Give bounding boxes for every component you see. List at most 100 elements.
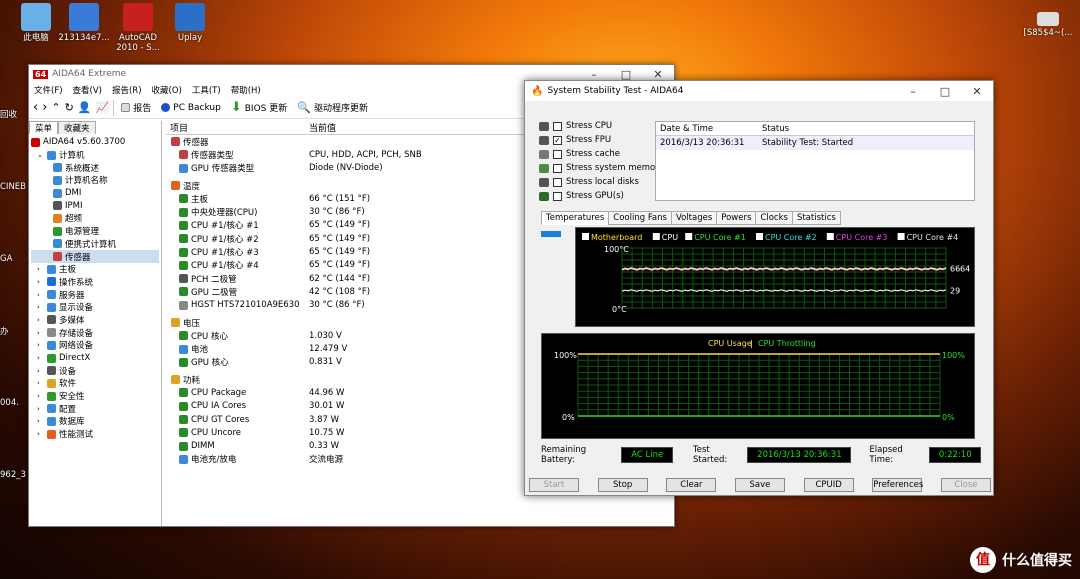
tree-item[interactable]: › 配置 [31, 402, 159, 415]
driver-update-button[interactable]: 🔍 驱动程序更新 [294, 101, 371, 114]
stress-option[interactable]: ✓ Stress FPU [539, 133, 664, 147]
stress-option[interactable]: Stress GPU(s) [539, 189, 664, 203]
graph-tab[interactable]: Voltages [670, 211, 718, 225]
desktop-icon-stub[interactable]: GA [0, 254, 12, 264]
checkbox[interactable] [553, 163, 562, 173]
stress-option[interactable]: Stress system memory [539, 161, 664, 175]
tree-item[interactable]: › 设备 [31, 364, 159, 377]
desktop-icon[interactable]: AutoCAD 2010 - S... [108, 3, 168, 53]
back-icon[interactable]: ‹ [33, 100, 38, 115]
save-button[interactable]: Save [734, 478, 785, 492]
close-icon[interactable]: ✕ [961, 85, 993, 98]
desktop-icon-stub[interactable]: 962_3 [0, 470, 26, 480]
report-button[interactable]: 报告 [118, 101, 154, 114]
minimize-icon[interactable]: – [897, 85, 929, 98]
maximize-icon[interactable]: □ [610, 68, 642, 81]
tree-item[interactable]: › 服务器 [31, 288, 159, 301]
tree-item[interactable]: › 多媒体 [31, 314, 159, 327]
tree-item[interactable]: 系统概述 [31, 161, 159, 174]
chevron-right-icon[interactable]: › [37, 303, 44, 311]
start-button[interactable]: Start [529, 478, 579, 492]
chevron-right-icon[interactable]: › [37, 417, 44, 425]
desktop-icon-stub[interactable]: 办 [0, 325, 9, 337]
pc-backup-button[interactable]: PC Backup [158, 103, 224, 113]
tree-item[interactable]: › 数据库 [31, 415, 159, 428]
stress-option[interactable]: Stress cache [539, 147, 664, 161]
graph-tab[interactable]: Clocks [755, 211, 793, 225]
menu-item[interactable]: 收藏(O) [152, 84, 182, 96]
menu-item[interactable]: 工具(T) [192, 84, 221, 96]
chart-icon[interactable]: 📈 [96, 101, 110, 114]
stop-button[interactable]: Stop [597, 478, 648, 492]
table-row[interactable]: 2016/3/13 20:36:31 Stability Test: Start… [656, 136, 974, 150]
chevron-right-icon[interactable]: › [37, 329, 44, 337]
tree-item[interactable]: › 显示设备 [31, 301, 159, 314]
tree-item[interactable]: 传感器 [31, 250, 159, 263]
chevron-right-icon[interactable]: › [37, 354, 44, 362]
chevron-right-icon[interactable]: › [37, 316, 44, 324]
chevron-right-icon[interactable]: › [37, 291, 44, 299]
desktop-icon-right[interactable]: [S85$4~(... [1018, 12, 1078, 38]
tree-item[interactable]: › 网络设备 [31, 339, 159, 352]
menu-item[interactable]: 报告(R) [112, 84, 142, 96]
chevron-right-icon[interactable]: › [37, 405, 44, 413]
chevron-right-icon[interactable]: › [37, 367, 44, 375]
log-header-date[interactable]: Date & Time [656, 124, 762, 134]
tree-item[interactable]: AIDA64 v5.60.3700 [31, 136, 159, 149]
tree-item[interactable]: › 操作系统 [31, 276, 159, 289]
tree-item[interactable]: 电源管理 [31, 225, 159, 238]
graph-tab[interactable]: Cooling Fans [608, 211, 672, 225]
desktop-icon-stub[interactable]: CINEB [0, 182, 26, 192]
maximize-icon[interactable]: □ [929, 85, 961, 98]
tree-item[interactable]: 超频 [31, 212, 159, 225]
checkbox[interactable] [553, 177, 562, 187]
up-icon[interactable]: ⌃ [51, 101, 60, 114]
desktop-icon[interactable]: Uplay [160, 3, 220, 43]
menu-item[interactable]: 帮助(H) [231, 84, 261, 96]
desktop-icon-stub[interactable]: 004. [0, 398, 19, 408]
refresh-icon[interactable]: ↻ [65, 101, 74, 114]
graph-tab[interactable]: Temperatures [541, 211, 610, 225]
log-header-status[interactable]: Status [762, 124, 789, 134]
graph-tab[interactable]: Statistics [791, 211, 841, 225]
preferences-button[interactable]: Preferences [872, 478, 923, 492]
chevron-right-icon[interactable]: › [37, 278, 44, 286]
stress-option[interactable]: Stress CPU [539, 119, 664, 133]
chevron-right-icon[interactable]: › [37, 430, 44, 438]
checkbox[interactable]: ✓ [553, 135, 562, 145]
tree-item[interactable]: 计算机名称 [31, 174, 159, 187]
bios-update-button[interactable]: ⬇ BIOS 更新 [228, 100, 290, 115]
menu-item[interactable]: 文件(F) [34, 84, 63, 96]
chevron-right-icon[interactable]: › [37, 379, 44, 387]
graph-tab[interactable]: Powers [716, 211, 757, 225]
tree-item[interactable]: › 安全性 [31, 390, 159, 403]
tree-item[interactable]: › 主板 [31, 263, 159, 276]
tree-item[interactable]: DMI [31, 187, 159, 200]
desktop-icon[interactable]: 213134e7... [54, 3, 114, 43]
close-icon[interactable]: ✕ [642, 68, 674, 81]
minimize-icon[interactable]: – [578, 68, 610, 81]
user-icon[interactable]: 👤 [78, 101, 92, 114]
checkbox[interactable] [553, 149, 562, 159]
close-button[interactable]: Close [940, 478, 991, 492]
desktop-icon-stub[interactable]: 回收 [0, 108, 17, 120]
checkbox[interactable] [553, 191, 562, 201]
chevron-right-icon[interactable]: › [37, 392, 44, 400]
chevron-right-icon[interactable]: › [37, 265, 44, 273]
tree-item[interactable]: › 软件 [31, 377, 159, 390]
tree-item[interactable]: 便携式计算机 [31, 238, 159, 251]
column-value[interactable]: 当前值 [309, 121, 336, 134]
tree-item[interactable]: › 存储设备 [31, 326, 159, 339]
column-item[interactable]: 项目 [166, 121, 309, 134]
tree-item[interactable]: IPMI [31, 199, 159, 212]
tab-favorites[interactable]: 收藏夹 [58, 121, 96, 134]
tree-item[interactable]: › DirectX [31, 352, 159, 365]
checkbox[interactable] [553, 121, 562, 131]
stress-option[interactable]: Stress local disks [539, 175, 664, 189]
tab-menu[interactable]: 菜单 [29, 121, 59, 134]
clear-button[interactable]: Clear [666, 478, 717, 492]
cpuid-button[interactable]: CPUID [803, 478, 854, 492]
chevron-right-icon[interactable]: › [37, 341, 44, 349]
expand-icon[interactable]: ⌄ [37, 151, 44, 159]
tree-item[interactable]: › 性能测试 [31, 428, 159, 441]
